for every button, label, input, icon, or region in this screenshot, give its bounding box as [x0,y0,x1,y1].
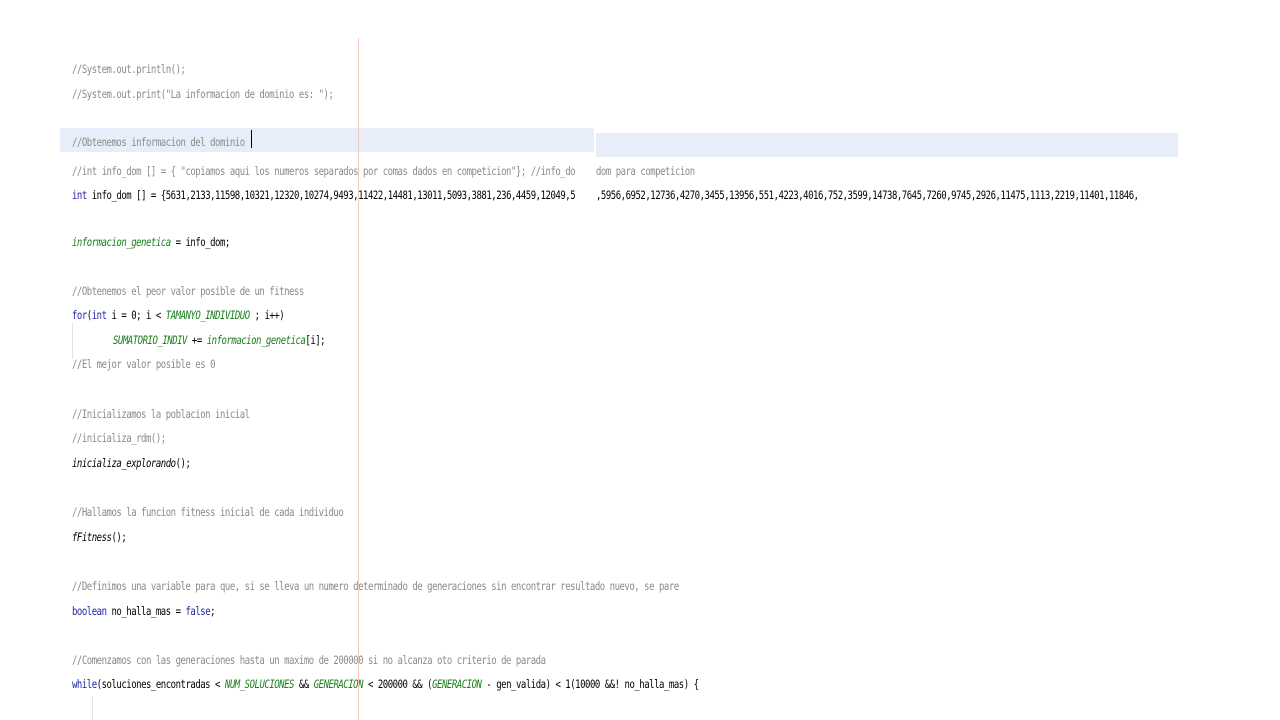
code-line: inicializa_explorando(); [72,456,191,470]
code-line: //Definimos una variable para que, si se… [72,579,679,593]
code-line: //Hallamos la funcion fitness inicial de… [72,505,344,519]
code-editor[interactable]: //System.out.println(); //System.out.prin… [0,0,1280,720]
code-line: while(soluciones_encontradas < NUM_SOLUC… [72,677,699,691]
code-line: informacion_genetica = info_dom; [72,235,230,249]
code-line-overflow-comment: dom para competicion [596,164,695,178]
code-line: //Obtenemos informacion del dominio [72,135,245,149]
code-line: //Obtenemos el peor valor posible de un … [72,284,304,298]
code-line-overflow-numbers: ,5956,6952,12736,4270,3455,13956,551,422… [596,188,1139,202]
current-line-highlight-overflow [596,133,1178,157]
code-line: //Inicializamos la poblacion inicial [72,407,250,421]
print-margin-line [358,38,359,720]
code-line: //El mejor valor posible es 0 [72,357,216,371]
code-line: int info_dom [] = {5631,2133,11598,10321… [72,188,576,202]
code-line: boolean no_halla_mas = false; [72,604,216,618]
indent-guide [72,323,73,359]
code-line: for(int i = 0; i < TAMANYO_INDIVIDUO ; i… [72,308,285,322]
code-line: SUMATORIO_INDIV += informacion_genetica[… [113,333,326,347]
code-line: fFitness(); [72,530,127,544]
code-line: //int info_dom [] = { "copiamos aqui los… [72,164,576,178]
code-line: //inicializa_rdm(); [72,431,166,445]
code-line: //System.out.print("La informacion de do… [72,87,334,101]
indent-guide [92,696,93,720]
code-line: //Comenzamos con las generaciones hasta … [72,653,546,667]
text-cursor [251,130,252,148]
code-line: //System.out.println(); [72,62,186,76]
